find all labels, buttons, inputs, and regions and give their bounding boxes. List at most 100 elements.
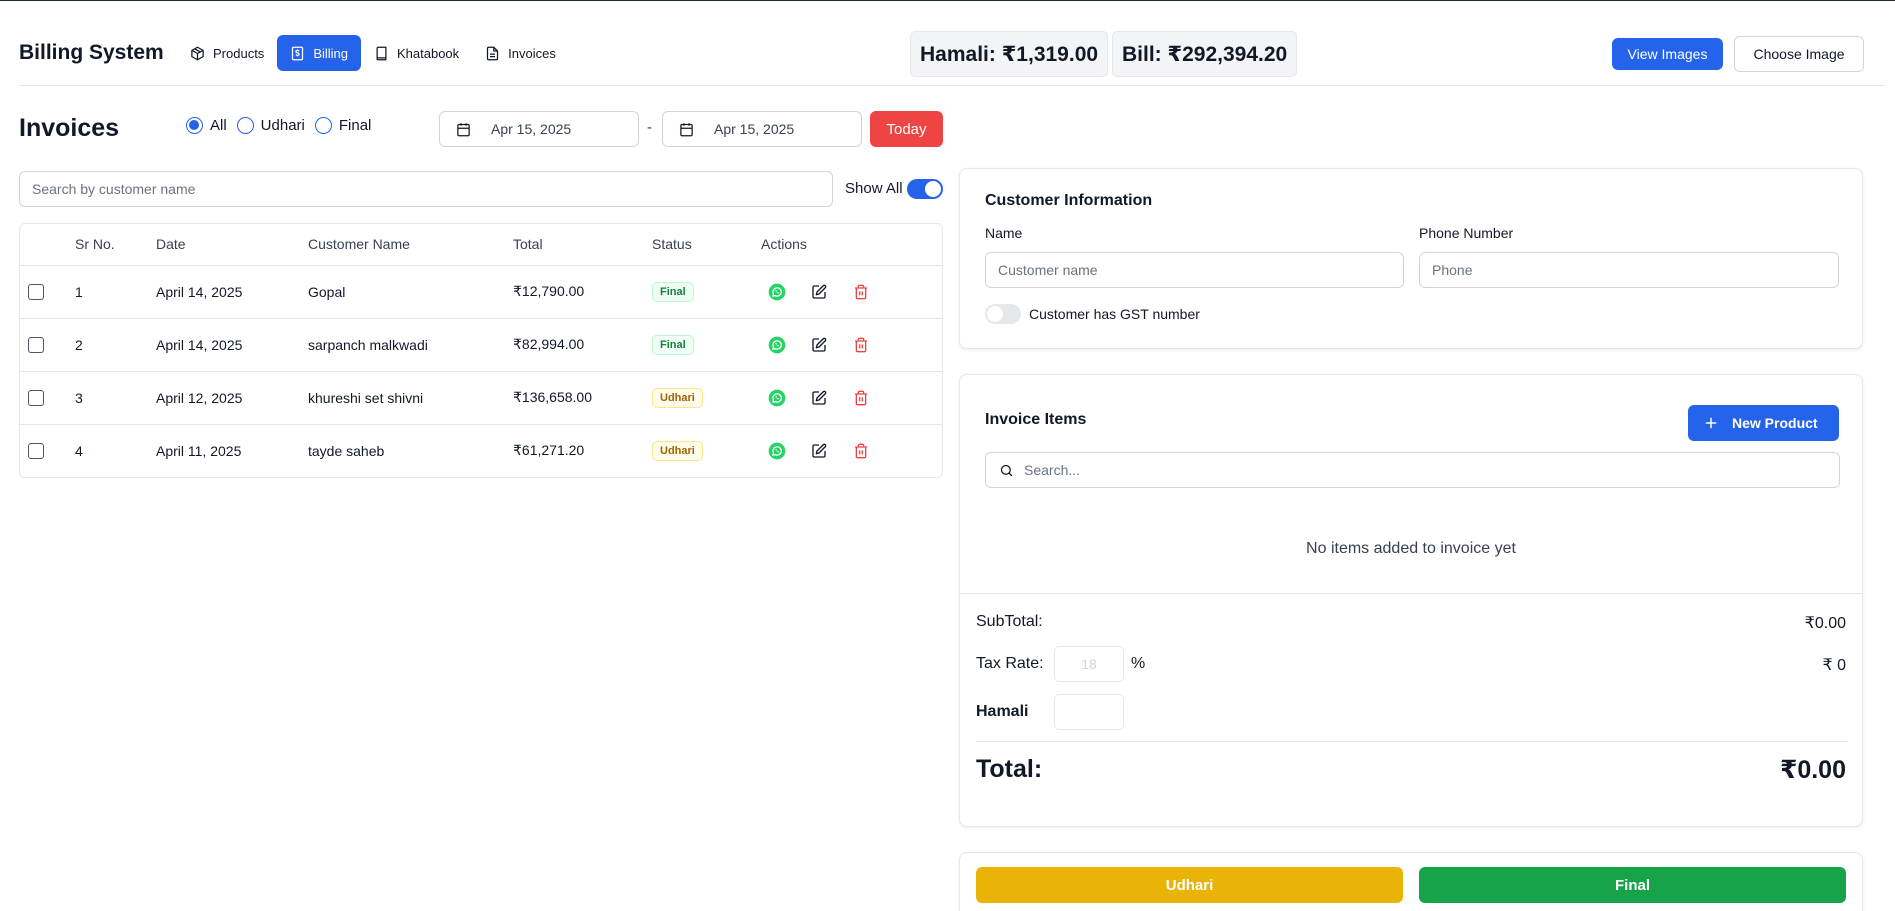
tax-rate-label: Tax Rate: — [976, 655, 1044, 672]
hamali-input[interactable] — [1054, 694, 1124, 730]
trash-icon[interactable] — [851, 388, 871, 408]
filter-final-label: Final — [338, 117, 372, 134]
today-button[interactable]: Today — [870, 111, 943, 147]
table-row: 3 April 12, 2025 khureshi set shivni ₹13… — [20, 371, 942, 425]
final-button[interactable]: Final — [1419, 867, 1846, 903]
trash-icon[interactable] — [851, 441, 871, 461]
customer-search-input[interactable] — [19, 171, 833, 207]
subtotal-value: ₹0.00 — [1804, 615, 1846, 632]
filter-udhari[interactable]: Udhari — [236, 117, 305, 134]
show-all-toggle[interactable] — [907, 179, 943, 199]
subtotal-label: SubTotal: — [976, 613, 1043, 630]
row-status-cell: Final — [652, 265, 761, 319]
row-total: ₹82,994.00 — [513, 318, 652, 372]
gst-toggle[interactable] — [985, 304, 1021, 324]
bill-total: Bill: ₹292,394.20 — [1112, 31, 1298, 77]
nav-khatabook-label: Khatabook — [397, 45, 460, 61]
tax-value: ₹ 0 — [1822, 657, 1846, 674]
col-sr: Sr No. — [75, 224, 156, 266]
calendar-icon — [679, 122, 694, 137]
col-status: Status — [652, 224, 761, 266]
nav-products-label: Products — [213, 45, 265, 61]
nav-billing-label: Billing — [313, 45, 348, 61]
filter-udhari-radio[interactable] — [236, 117, 254, 134]
phone-label: Phone Number — [1419, 225, 1514, 241]
status-filter: All Udhari Final — [186, 117, 381, 134]
package-icon — [190, 46, 205, 61]
nav-billing[interactable]: Billing — [277, 35, 361, 71]
filter-all[interactable]: All — [186, 117, 227, 134]
row-date: April 12, 2025 — [156, 371, 308, 425]
col-actions: Actions — [761, 224, 942, 266]
udhari-button[interactable]: Udhari — [976, 867, 1403, 903]
row-total: ₹136,658.00 — [513, 371, 652, 425]
edit-icon[interactable] — [809, 441, 829, 461]
col-total: Total — [513, 224, 652, 266]
item-search[interactable] — [985, 452, 1840, 488]
date-from-picker[interactable]: Apr 15, 2025 — [439, 111, 639, 147]
search-icon — [999, 463, 1014, 478]
nav-invoices-label: Invoices — [508, 45, 556, 61]
table-row: 1 April 14, 2025 Gopal ₹12,790.00 Final — [20, 265, 942, 319]
filter-final-radio[interactable] — [314, 117, 332, 134]
new-product-label: New Product — [1732, 415, 1818, 431]
date-separator: - — [647, 119, 652, 136]
row-status-cell: Udhari — [652, 371, 761, 425]
choose-image-button[interactable]: Choose Image — [1734, 36, 1864, 72]
row-select-cell — [20, 318, 75, 372]
row-date: April 11, 2025 — [156, 442, 242, 459]
tax-unit: % — [1131, 655, 1146, 672]
date-to-value: Apr 15, 2025 — [714, 121, 795, 137]
app-header: Billing System Products Billing Khataboo… — [19, 1, 1885, 86]
col-customer: Customer Name — [308, 224, 513, 266]
filter-all-label: All — [210, 117, 227, 134]
trash-icon[interactable] — [851, 335, 871, 355]
item-search-input[interactable] — [1024, 462, 1804, 478]
trash-icon[interactable] — [851, 282, 871, 302]
invoice-items-card: Invoice Items New Product No items added… — [959, 374, 1863, 827]
plus-icon — [1704, 416, 1718, 430]
row-select-cell — [20, 371, 75, 425]
row-checkbox[interactable] — [28, 442, 44, 459]
date-from-value: Apr 15, 2025 — [491, 121, 572, 137]
row-checkbox[interactable] — [28, 389, 44, 406]
view-images-button[interactable]: View Images — [1612, 38, 1723, 70]
row-sr: 2 — [75, 318, 156, 372]
row-select-cell — [20, 424, 75, 477]
row-sr: 1 — [75, 265, 156, 319]
phone-input[interactable] — [1419, 252, 1839, 288]
date-to-picker[interactable]: Apr 15, 2025 — [662, 111, 862, 147]
nav-khatabook[interactable]: Khatabook — [361, 35, 472, 71]
row-checkbox[interactable] — [28, 336, 44, 353]
row-date: April 14, 2025 — [156, 265, 308, 319]
status-badge: Final — [652, 334, 694, 355]
nav-products[interactable]: Products — [177, 35, 277, 71]
edit-icon[interactable] — [809, 335, 829, 355]
row-customer: khureshi set shivni — [308, 371, 513, 425]
filter-all-radio[interactable] — [186, 117, 203, 134]
status-badge: Final — [652, 281, 694, 302]
name-label: Name — [985, 225, 1023, 241]
filter-final[interactable]: Final — [314, 117, 372, 134]
whatsapp-icon[interactable] — [767, 335, 787, 355]
invoices-title: Invoices — [19, 114, 120, 142]
edit-icon[interactable] — [809, 282, 829, 302]
row-checkbox[interactable] — [28, 283, 44, 300]
new-product-button[interactable]: New Product — [1688, 405, 1839, 441]
edit-icon[interactable] — [809, 388, 829, 408]
calendar-icon — [456, 122, 471, 137]
nav-invoices[interactable]: Invoices — [472, 35, 569, 71]
customer-info-card: Customer Information Name Phone Number C… — [959, 168, 1863, 349]
hamali-total: Hamali: ₹1,319.00 — [910, 31, 1109, 77]
row-date: April 14, 2025 — [156, 318, 308, 372]
filter-udhari-label: Udhari — [260, 117, 305, 134]
row-customer: Gopal — [308, 265, 513, 319]
whatsapp-icon[interactable] — [767, 282, 787, 302]
tax-rate-input[interactable] — [1054, 646, 1124, 682]
whatsapp-icon[interactable] — [767, 441, 787, 461]
row-total: ₹61,271.20 — [513, 442, 585, 459]
invoice-items-title: Invoice Items — [985, 411, 1087, 428]
customer-name-input[interactable] — [985, 252, 1404, 288]
whatsapp-icon[interactable] — [767, 388, 787, 408]
file-text-icon — [485, 46, 500, 61]
